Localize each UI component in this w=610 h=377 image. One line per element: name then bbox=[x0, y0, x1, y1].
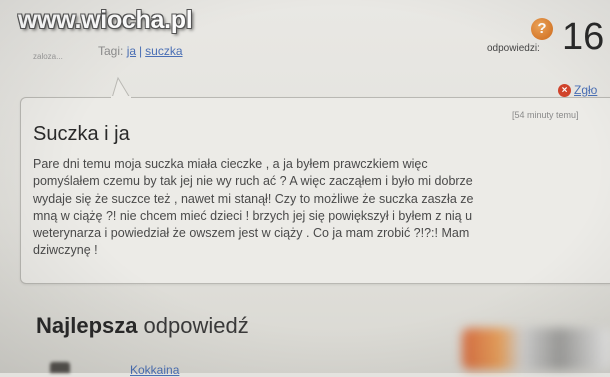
best-answer-heading-rest: odpowiedź bbox=[143, 313, 249, 338]
bubble-tail bbox=[111, 76, 131, 98]
answer-user-link[interactable]: Kokkaina bbox=[130, 363, 179, 377]
best-answer-heading-bold: Najlepsza bbox=[36, 313, 138, 338]
site-watermark: www.wiocha.pl bbox=[18, 6, 193, 34]
tags-label: Tagi: bbox=[98, 44, 124, 58]
question-body-line: dziwczynę ! bbox=[33, 243, 98, 258]
question-body-line: pomyślałem czemu by tak jej nie wy ruch … bbox=[33, 174, 473, 189]
blurred-badge bbox=[462, 328, 610, 370]
answers-label: odpowiedzi: bbox=[487, 43, 540, 54]
question-time-ago: [54 minuty temu] bbox=[512, 110, 579, 120]
tag-link-suczka[interactable]: suczka bbox=[145, 44, 182, 58]
question-body-line: weterynarza i powiedział że owszem jest … bbox=[33, 226, 470, 241]
question-body-line: wydaje się że suczce też , nawet mi stan… bbox=[33, 191, 474, 206]
best-answer-heading: Najlepsza odpowiedź bbox=[36, 313, 249, 339]
answers-count: 16 bbox=[562, 16, 605, 58]
report-link[interactable]: Zgło bbox=[574, 83, 597, 97]
question-mark-icon: ? bbox=[531, 18, 553, 40]
tag-link-ja[interactable]: ja bbox=[127, 44, 136, 58]
question-body-line: mną w ciążę ?! nie chcem mieć dzieci ! b… bbox=[33, 208, 473, 223]
bubble-tail-join bbox=[111, 96, 131, 99]
asker-avatar-caption: zaloza... bbox=[33, 52, 63, 61]
answer-avatar bbox=[50, 362, 70, 373]
tags-row: Tagi: ja | suczka bbox=[98, 44, 183, 58]
report-icon[interactable]: × bbox=[558, 84, 571, 97]
question-body-line: Pare dni temu moja suczka miała cieczke … bbox=[33, 157, 428, 171]
tag-separator: | bbox=[139, 44, 143, 58]
question-body: Pare dni temu moja suczka miała cieczke … bbox=[33, 156, 593, 260]
question-title: Suczka i ja bbox=[33, 123, 130, 145]
